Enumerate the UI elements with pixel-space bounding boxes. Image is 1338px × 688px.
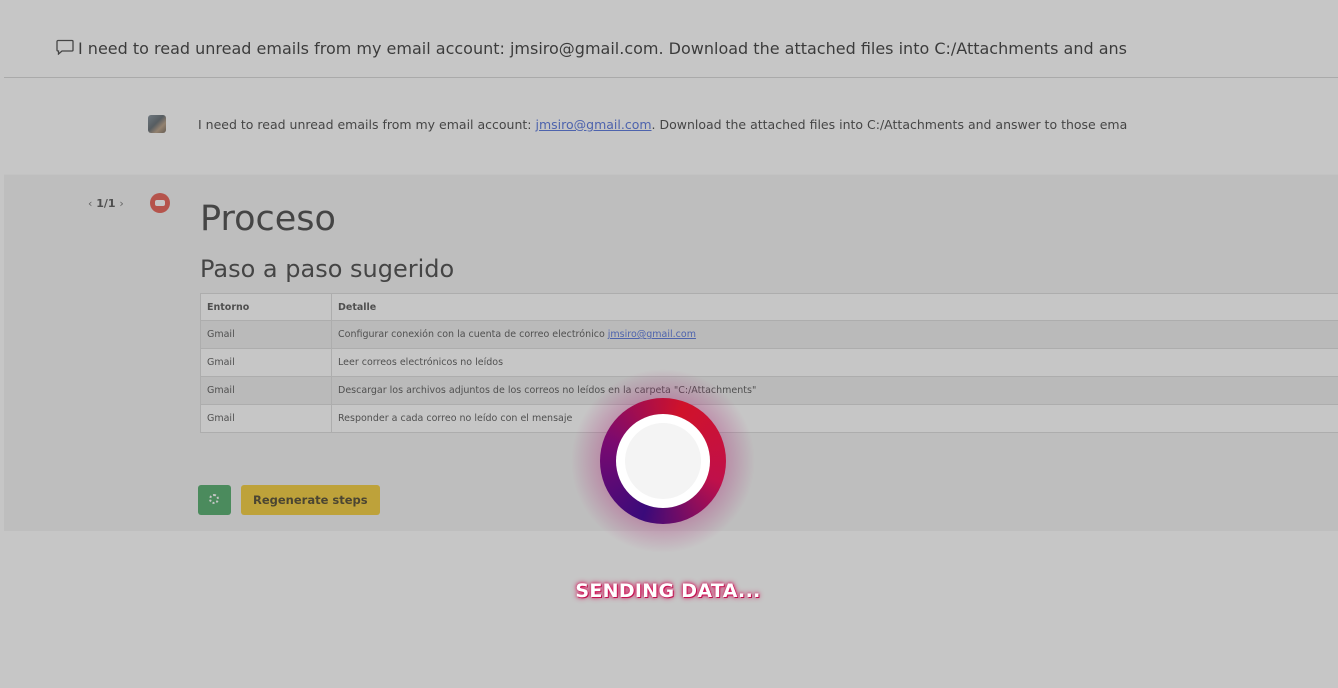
sending-status-text: SENDING DATA...	[575, 580, 761, 602]
loader-core-inner	[625, 423, 701, 499]
loading-overlay: SENDING DATA...	[0, 0, 1338, 688]
app-page: I need to read unread emails from my ema…	[0, 0, 1338, 688]
